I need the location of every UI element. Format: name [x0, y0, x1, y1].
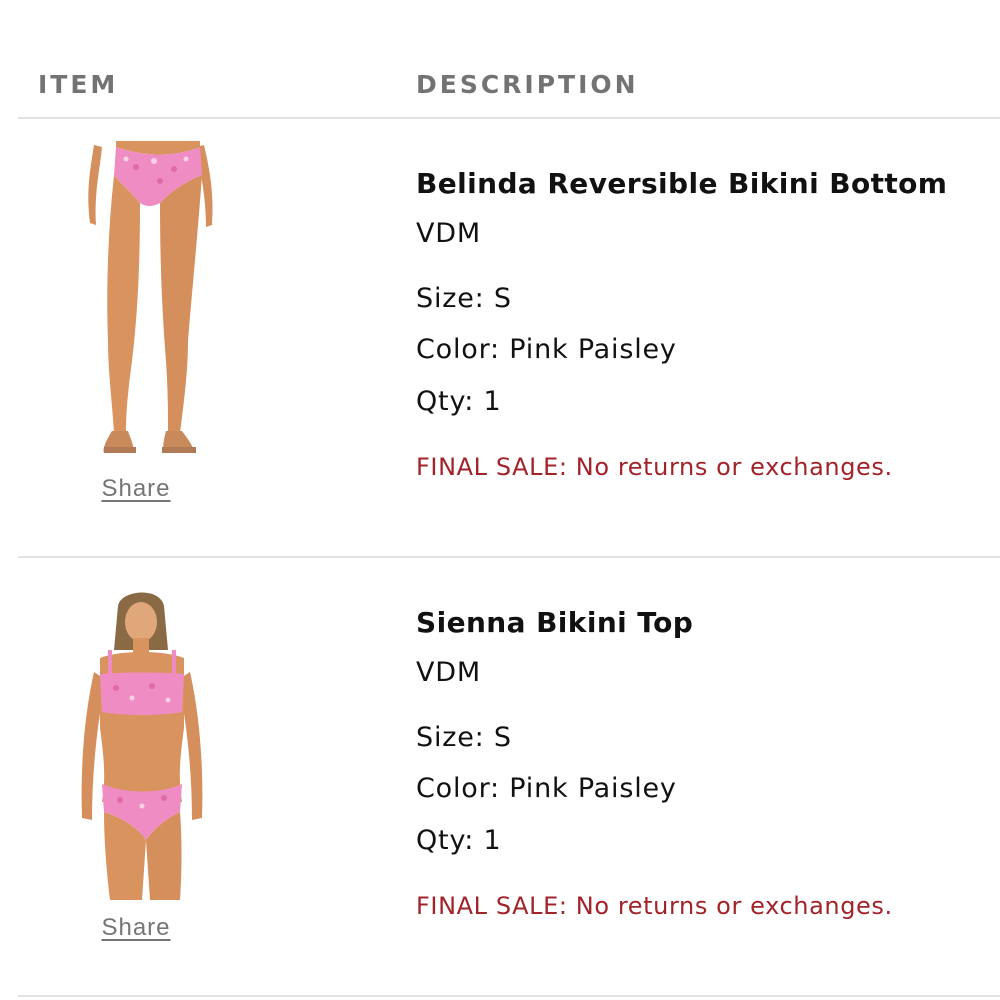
share-link[interactable]: Share — [96, 914, 176, 942]
product-color: Color: Pink Paisley — [416, 773, 677, 804]
item-column-header: ITEM — [38, 70, 119, 99]
product-color: Color: Pink Paisley — [416, 334, 677, 365]
item-description: Sienna Bikini Top VDM Size: S Color: Pin… — [416, 558, 1000, 996]
product-brand[interactable]: VDM — [416, 657, 481, 688]
final-sale-notice: FINAL SALE: No returns or exchanges. — [416, 453, 893, 481]
row-divider — [18, 995, 1000, 997]
product-name[interactable]: Sienna Bikini Top — [416, 606, 693, 639]
product-qty: Qty: 1 — [416, 386, 502, 417]
description-column-header: DESCRIPTION — [416, 70, 639, 99]
product-image[interactable] — [70, 588, 240, 900]
product-name[interactable]: Belinda Reversible Bikini Bottom — [416, 167, 947, 200]
product-size: Size: S — [416, 283, 512, 314]
product-size: Size: S — [416, 722, 512, 753]
cart-table-header: ITEM DESCRIPTION — [0, 0, 1000, 118]
product-image[interactable] — [56, 141, 226, 461]
product-qty: Qty: 1 — [416, 825, 502, 856]
product-brand[interactable]: VDM — [416, 218, 481, 249]
cart-item-row: Share Sienna Bikini Top VDM Size: S Colo… — [0, 558, 1000, 996]
final-sale-notice: FINAL SALE: No returns or exchanges. — [416, 892, 893, 920]
item-description: Belinda Reversible Bikini Bottom VDM Siz… — [416, 119, 1000, 557]
share-link[interactable]: Share — [96, 475, 176, 503]
cart-item-row: Share Belinda Reversible Bikini Bottom V… — [0, 119, 1000, 557]
